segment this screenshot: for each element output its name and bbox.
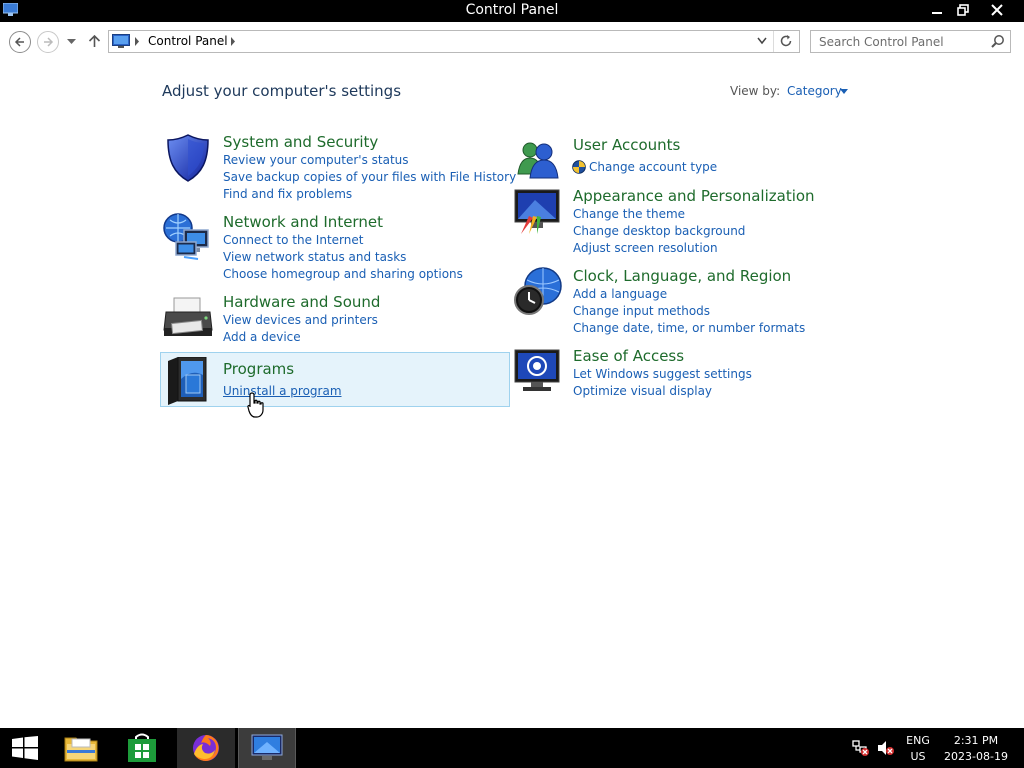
search-box[interactable]: Search Control Panel <box>810 30 1011 53</box>
computer-icon <box>112 34 130 48</box>
title-bar: Control Panel <box>0 0 1024 22</box>
link-uninstall-program[interactable]: Uninstall a program <box>223 384 342 398</box>
view-by-label: View by: <box>730 84 781 98</box>
clock-time: 2:31 PM <box>953 734 999 747</box>
page-title: Adjust your computer's settings <box>162 82 402 100</box>
link-file-history[interactable]: Save backup copies of your files with Fi… <box>223 170 516 184</box>
minimize-icon <box>932 12 942 14</box>
breadcrumb-chevron-icon[interactable] <box>230 37 236 46</box>
link-connect-internet[interactable]: Connect to the Internet <box>223 233 363 247</box>
caret-down-icon[interactable] <box>840 89 848 94</box>
windows-logo-icon <box>12 736 38 760</box>
breadcrumb-separator-icon <box>135 37 139 46</box>
network-status-icon[interactable] <box>852 740 870 756</box>
up-button[interactable] <box>88 34 101 48</box>
link-input-methods[interactable]: Change input methods <box>573 304 710 318</box>
address-separator <box>773 31 774 52</box>
search-input[interactable]: Search Control Panel <box>819 35 944 49</box>
category-title[interactable]: Clock, Language, and Region <box>573 267 791 285</box>
hand-cursor-icon <box>247 392 264 418</box>
clock-date: 2023-08-19 <box>944 750 1008 763</box>
category-title[interactable]: Hardware and Sound <box>223 293 380 311</box>
uac-shield-icon <box>572 160 586 174</box>
recent-locations-dropdown[interactable] <box>67 39 76 45</box>
category-title[interactable]: Network and Internet <box>223 213 383 231</box>
programs-highlight[interactable] <box>160 352 510 407</box>
category-title[interactable]: Programs <box>223 360 294 378</box>
keyboard-layout: US <box>910 750 926 763</box>
category-title[interactable]: User Accounts <box>573 136 680 154</box>
link-devices-printers[interactable]: View devices and printers <box>223 313 378 327</box>
ease-of-access-icon <box>514 349 560 391</box>
address-dropdown-icon[interactable] <box>757 37 767 45</box>
refresh-icon[interactable] <box>779 34 793 48</box>
language-code: ENG <box>906 734 930 747</box>
appearance-icon <box>514 189 560 234</box>
link-change-theme[interactable]: Change the theme <box>573 207 685 221</box>
view-by-dropdown[interactable]: Category <box>787 84 842 98</box>
arrow-left-icon <box>14 37 24 47</box>
shield-icon <box>167 134 209 182</box>
link-add-language[interactable]: Add a language <box>573 287 667 301</box>
close-icon <box>991 4 1003 16</box>
monitor-icon <box>251 734 283 760</box>
link-screen-resolution[interactable]: Adjust screen resolution <box>573 241 718 255</box>
link-find-fix-problems[interactable]: Find and fix problems <box>223 187 352 201</box>
forward-button[interactable] <box>37 31 59 53</box>
programs-icon <box>168 357 207 405</box>
link-windows-suggest[interactable]: Let Windows suggest settings <box>573 367 752 381</box>
category-title[interactable]: Appearance and Personalization <box>573 187 815 205</box>
link-review-status[interactable]: Review your computer's status <box>223 153 409 167</box>
store-icon <box>128 733 156 762</box>
clock-icon <box>514 267 562 315</box>
breadcrumb-control-panel[interactable]: Control Panel <box>148 34 228 48</box>
taskbar-control-panel[interactable] <box>238 728 296 768</box>
taskbar-file-explorer[interactable] <box>52 728 110 768</box>
link-add-device[interactable]: Add a device <box>223 330 301 344</box>
close-button[interactable] <box>982 0 1012 20</box>
back-button[interactable] <box>9 31 31 53</box>
window-title: Control Panel <box>465 2 559 18</box>
taskbar: ENG US 2:31 PM 2023-08-19 <box>0 728 1024 768</box>
arrow-right-icon <box>44 37 54 47</box>
link-homegroup[interactable]: Choose homegroup and sharing options <box>223 267 463 281</box>
taskbar-clock[interactable]: 2:31 PM 2023-08-19 <box>944 733 1008 765</box>
network-icon <box>163 213 209 260</box>
start-button[interactable] <box>0 728 50 768</box>
users-icon <box>517 142 559 179</box>
firefox-icon <box>193 735 219 761</box>
link-network-status[interactable]: View network status and tasks <box>223 250 406 264</box>
address-bar[interactable]: Control Panel <box>108 30 800 53</box>
volume-muted-icon[interactable] <box>877 740 895 756</box>
taskbar-firefox[interactable] <box>177 728 235 768</box>
link-date-time-formats[interactable]: Change date, time, or number formats <box>573 321 805 335</box>
category-title[interactable]: Ease of Access <box>573 347 684 365</box>
link-change-account-type[interactable]: Change account type <box>589 160 717 174</box>
restore-button[interactable] <box>948 0 978 20</box>
link-desktop-background[interactable]: Change desktop background <box>573 224 745 238</box>
navigation-bar: Control Panel Search Control Panel <box>0 22 1024 60</box>
restore-icon <box>957 4 969 16</box>
category-title[interactable]: System and Security <box>223 133 378 151</box>
language-indicator[interactable]: ENG US <box>902 733 934 765</box>
search-icon[interactable] <box>991 34 1005 48</box>
folder-icon <box>64 737 98 762</box>
link-optimize-display[interactable]: Optimize visual display <box>573 384 712 398</box>
printer-icon <box>163 297 213 336</box>
taskbar-store[interactable] <box>113 728 171 768</box>
